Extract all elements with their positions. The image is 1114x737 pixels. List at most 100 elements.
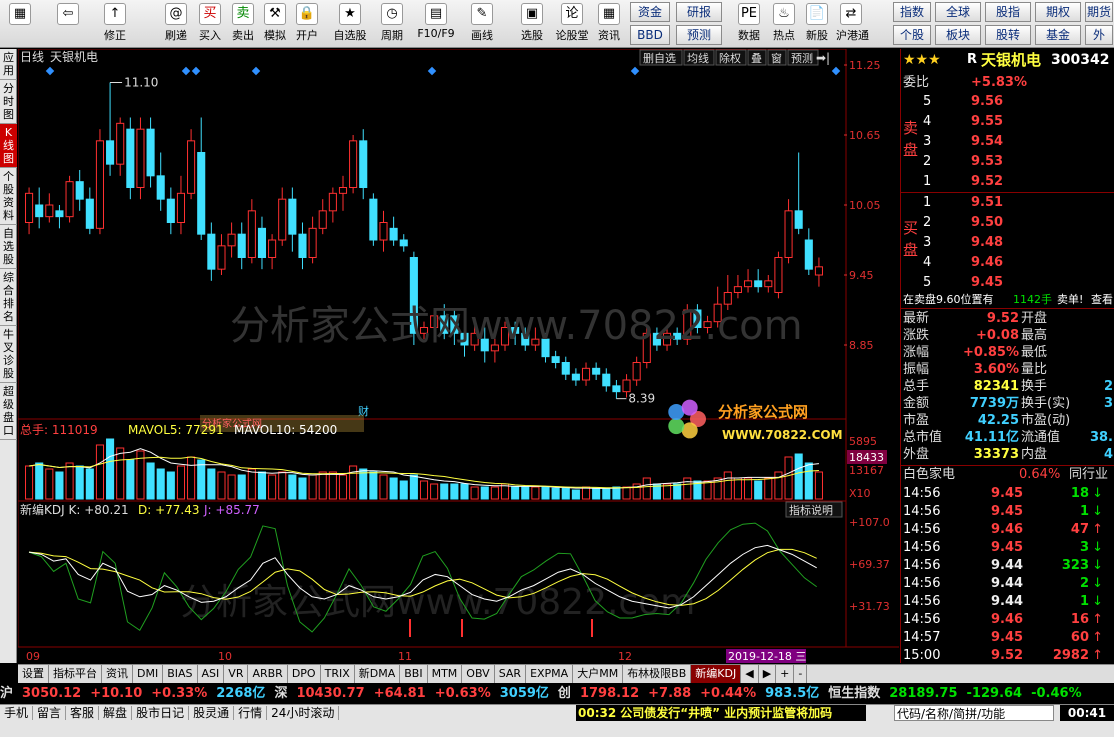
indicator-tab[interactable]: DMI [133, 665, 164, 683]
status-link[interactable]: 股市日记 [132, 706, 190, 720]
left-tab[interactable]: 综合排名 [0, 269, 17, 326]
toolbar-tag[interactable]: 期权 [1035, 2, 1081, 22]
toolbar-tag[interactable]: BBD [630, 25, 670, 45]
tick-time: 14:56 [903, 540, 941, 555]
indicator-tab[interactable]: 新DMA [355, 665, 401, 683]
left-tab[interactable]: K线图 [0, 124, 17, 168]
news-ticker[interactable]: 00:32 公司债发行“井喷” 业内预计监管将加码 [576, 705, 866, 721]
volume-bar [146, 462, 155, 500]
bid-level: 5 [923, 275, 932, 290]
indicator-tab[interactable]: MTM [428, 665, 463, 683]
candle-body [308, 227, 317, 258]
toolbar-button[interactable]: ⇄ 沪港通 [836, 2, 869, 46]
tab-scroll-icon[interactable]: ▶ [759, 665, 777, 683]
toolbar-button[interactable]: ▣ 选股 [510, 2, 554, 46]
status-link[interactable]: 留言 [33, 706, 67, 720]
kdj-axis-label: +31.73 [849, 600, 890, 613]
indicator-tab[interactable]: OBV [462, 665, 495, 683]
status-link[interactable]: 行情 [234, 706, 268, 720]
toolbar-button[interactable]: 🔒 开户 [292, 2, 322, 46]
indicator-tab[interactable]: 布林极限BB [623, 665, 692, 683]
toolbar-tag[interactable]: 期货 [1085, 2, 1113, 22]
left-tab[interactable]: 分时图 [0, 80, 17, 124]
toolbar-button[interactable]: 卖卖出 [228, 2, 258, 46]
tab-scroll-icon[interactable]: + [776, 665, 795, 683]
toolbar-button[interactable]: 📄 新股 [802, 2, 832, 46]
indicator-tab[interactable]: 新编KDJ [691, 665, 742, 683]
toolbar-icon: 🔒 [296, 3, 318, 25]
stat-value: 41.11亿 [964, 430, 1019, 445]
tick-time: 14:56 [903, 504, 941, 519]
toolbar-button[interactable]: 论论股堂 [552, 2, 592, 46]
left-tab[interactable]: 应用 [0, 49, 17, 80]
toolbar-button[interactable]: ♨ 热点 [769, 2, 799, 46]
indicator-tab[interactable]: VR [224, 665, 249, 683]
indicator-tab[interactable]: EXPMA [526, 665, 574, 683]
search-input[interactable]: 代码/名称/简拼/功能 [894, 705, 1054, 721]
toolbar-button[interactable]: @ 刷递 [158, 2, 194, 46]
indicator-tab[interactable]: DPO [288, 665, 321, 683]
tab-scroll-icon[interactable]: ◀ [741, 665, 759, 683]
toolbar-button[interactable]: PE 数据 [734, 2, 764, 46]
toolbar-tag[interactable]: 指数 [893, 2, 931, 22]
indicator-tab[interactable]: 资讯 [102, 665, 133, 683]
toolbar-button[interactable]: ↑ 修正 [97, 2, 133, 46]
kline-chart[interactable]: 日线 天银机电 删自选 均线 除权叠窗预测 ➡| 11.25 10.65 10.05 9.45 8.… [17, 48, 899, 663]
left-tab[interactable]: 牛叉诊股 [0, 326, 17, 383]
tab-scroll-icon[interactable]: - [794, 665, 808, 683]
toolbar-tag[interactable]: 资金 [630, 2, 670, 22]
indicator-tab[interactable]: SAR [495, 665, 527, 683]
toolbar-tag[interactable]: 股转 [985, 25, 1031, 45]
toolbar-button[interactable]: 买买入 [195, 2, 225, 46]
toolbar-button[interactable]: ▤ F10/F9 [414, 2, 458, 46]
status-link[interactable]: 24小时滚动 [267, 706, 340, 720]
indicator-tab[interactable]: BIAS [163, 665, 198, 683]
toolbar-tag[interactable]: 基金 [1035, 25, 1081, 45]
toolbar-tag[interactable]: 个股 [893, 25, 931, 45]
down-arrow-icon: ↓ [1092, 540, 1103, 555]
toolbar-button[interactable]: ★ 自选股 [328, 2, 372, 46]
toolbar-tag[interactable]: 预测 [676, 25, 722, 45]
toolbar-button[interactable]: ✎ 画线 [462, 2, 502, 46]
volume-bar [247, 468, 256, 500]
toolbar-tag[interactable]: 研报 [676, 2, 722, 22]
quote-row: 4 9.55 [901, 113, 1114, 131]
same-industry-button[interactable]: 同行业 [1069, 466, 1108, 484]
indicator-tab[interactable]: ARBR [248, 665, 288, 683]
volume-bar [814, 471, 823, 500]
left-tab[interactable]: 自选股 [0, 225, 17, 269]
left-tab[interactable]: 个股资料 [0, 168, 17, 225]
marker-diamond [45, 66, 55, 76]
index-item: 沪 [0, 686, 14, 701]
volume-bar [25, 465, 34, 500]
toolbar-button[interactable]: ▦ [2, 2, 38, 46]
left-tab[interactable]: 超级盘口 [0, 383, 17, 440]
order-note-link[interactable]: 查看 [1091, 291, 1113, 309]
low-label: 8.39 [628, 392, 655, 406]
status-link[interactable]: 股灵通 [189, 706, 235, 720]
indicator-tab[interactable]: 指标平台 [49, 665, 102, 683]
volume-bar [521, 486, 530, 500]
volume-bar [440, 483, 449, 500]
status-link[interactable]: 客服 [66, 706, 100, 720]
indicator-tab[interactable]: ASI [198, 665, 225, 683]
candle-body [632, 362, 641, 381]
toolbar-tag[interactable]: 股指 [985, 2, 1031, 22]
toolbar-tag[interactable]: 外 [1085, 25, 1113, 45]
volume-bar [278, 471, 287, 500]
indicator-tab[interactable]: 设置 [18, 665, 49, 683]
indicator-tab[interactable]: 大户MM [573, 665, 624, 683]
tick-time: 14:56 [903, 612, 941, 627]
status-link[interactable]: 手机 [0, 706, 34, 720]
toolbar-button[interactable]: ⚒ 模拟 [260, 2, 290, 46]
toolbar-button[interactable]: ▦ 资讯 [594, 2, 624, 46]
indicator-tab[interactable]: TRIX [321, 665, 355, 683]
toolbar-button[interactable]: ◷ 周期 [372, 2, 412, 46]
toolbar-tag[interactable]: 板块 [935, 25, 981, 45]
status-link[interactable]: 解盘 [99, 706, 133, 720]
up-arrow-icon: ↑ [1092, 522, 1103, 537]
toolbar-button[interactable]: ⇦ [50, 2, 86, 46]
toolbar-tag[interactable]: 全球 [935, 2, 981, 22]
indicator-tab[interactable]: BBI [400, 665, 428, 683]
volume-bar [723, 471, 732, 500]
